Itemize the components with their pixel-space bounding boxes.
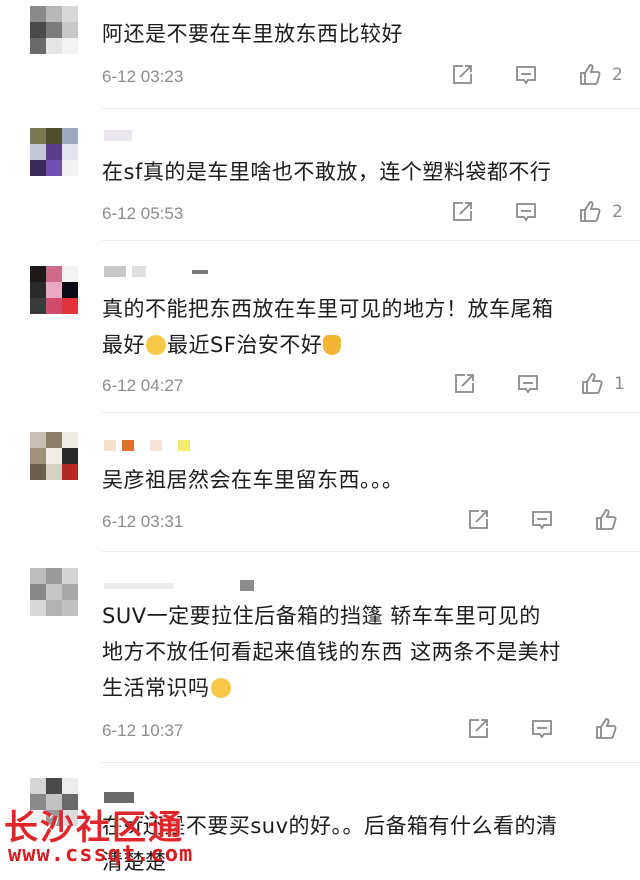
- username-blurred: [104, 440, 190, 451]
- watermark-url: www.cssqt.com: [8, 842, 194, 867]
- like-count: 2: [612, 202, 623, 222]
- comment-text-line: 最好 最近SF治安不好: [102, 327, 622, 363]
- comment-meta: 6-12 10:37: [102, 717, 622, 745]
- comment-actions: 2: [450, 200, 623, 224]
- thumbs-up-icon: [596, 509, 617, 530]
- divider: [102, 108, 640, 109]
- share-icon: [469, 719, 488, 738]
- comment-icon: [516, 203, 536, 222]
- thumbs-up-icon: [582, 373, 603, 394]
- comment-icon: [518, 375, 538, 394]
- share-button[interactable]: [452, 372, 476, 396]
- comment-date: 6-12 04:27: [102, 376, 184, 395]
- like-button[interactable]: [594, 717, 618, 741]
- comment-actions: 1: [452, 372, 625, 396]
- thumbs-down-emoji-icon: [323, 335, 342, 355]
- comment-button[interactable]: [530, 508, 554, 532]
- laughing-emoji-icon: [210, 678, 231, 698]
- comment-date: 6-12 03:23: [102, 67, 184, 86]
- divider: [102, 240, 640, 241]
- comment-text: 在sf真的是车里啥也不敢放，连个塑料袋都不行: [102, 160, 552, 184]
- share-icon: [469, 510, 488, 529]
- share-icon: [453, 202, 472, 221]
- avatar[interactable]: [30, 266, 78, 314]
- comment-meta: 6-12 05:53 2: [102, 200, 623, 228]
- comment-actions: [466, 717, 618, 741]
- comment-text-part: 最近SF治安不好: [167, 333, 323, 357]
- like-button[interactable]: 2: [578, 63, 623, 87]
- comment-text: 真的不能把东西放在车里可见的地方！放车尾箱 最好 最近SF治安不好: [102, 291, 622, 363]
- share-button[interactable]: [450, 200, 474, 224]
- username-blurred: [104, 130, 132, 141]
- like-count: 1: [614, 374, 625, 394]
- sunglasses-emoji-icon: [146, 335, 166, 355]
- comment-button[interactable]: [514, 200, 538, 224]
- comment-icon: [532, 511, 552, 530]
- avatar[interactable]: [30, 6, 78, 54]
- username-blurred: [104, 266, 208, 277]
- comment-text-part: 生活常识吗: [102, 676, 210, 700]
- divider: [102, 412, 640, 413]
- comment-meta: 6-12 04:27 1: [102, 372, 625, 400]
- share-button[interactable]: [466, 508, 490, 532]
- like-count: 2: [612, 65, 623, 85]
- comment-icon: [532, 720, 552, 739]
- comment-button[interactable]: [514, 63, 538, 87]
- comment-text-line: 地方不放任何看起来值钱的东西 这两条不是美村: [102, 640, 561, 664]
- comment-date: 6-12 03:31: [102, 512, 184, 531]
- comment-button[interactable]: [530, 717, 554, 741]
- comment-text-line: 生活常识吗: [102, 670, 622, 706]
- comment-meta: 6-12 03:31: [102, 508, 622, 536]
- avatar[interactable]: [30, 568, 78, 616]
- comment-meta: 6-12 03:23 2: [102, 63, 623, 91]
- thumbs-up-icon: [580, 201, 601, 222]
- comment-icon: [516, 66, 536, 85]
- comment-date: 6-12 10:37: [102, 721, 184, 740]
- comment-date: 6-12 05:53: [102, 204, 184, 223]
- share-icon: [453, 65, 472, 84]
- username-blurred: [104, 580, 254, 591]
- thumbs-up-icon: [580, 64, 601, 85]
- avatar[interactable]: [30, 128, 78, 176]
- comment-text-part: 最好: [102, 333, 145, 357]
- comment-text-line: 真的不能把东西放在车里可见的地方！放车尾箱: [102, 297, 554, 321]
- comment-actions: [466, 508, 618, 532]
- like-button[interactable]: 1: [580, 372, 625, 396]
- share-button[interactable]: [466, 717, 490, 741]
- comment-text-line: SUV一定要拉住后备箱的挡篷 轿车车里可见的: [102, 604, 541, 628]
- thumbs-up-icon: [596, 718, 617, 739]
- comment-actions: 2: [450, 63, 623, 87]
- share-button[interactable]: [450, 63, 474, 87]
- like-button[interactable]: 2: [578, 200, 623, 224]
- comment-text: 吴彦祖居然会在车里留东西。。。: [102, 468, 404, 492]
- comment-button[interactable]: [516, 372, 540, 396]
- comment-text: 阿还是不要在车里放东西比较好: [102, 22, 403, 46]
- divider: [102, 762, 640, 763]
- avatar[interactable]: [30, 432, 78, 480]
- comment-text: SUV一定要拉住后备箱的挡篷 轿车车里可见的 地方不放任何看起来值钱的东西 这两…: [102, 598, 622, 706]
- divider: [102, 551, 640, 552]
- share-icon: [455, 374, 474, 393]
- like-button[interactable]: [594, 508, 618, 532]
